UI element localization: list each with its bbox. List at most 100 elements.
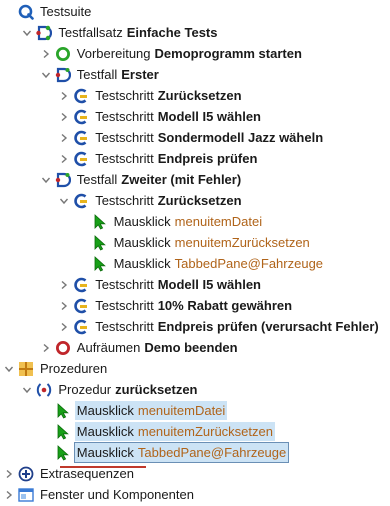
tree-node-testfallsatz-einfache-tests[interactable]: Testfallsatz Einfache Tests bbox=[22, 22, 219, 43]
node-label[interactable]: Testschritt Modell I5 wählen bbox=[93, 275, 263, 294]
node-type: Prozeduren bbox=[40, 361, 108, 376]
teststep-icon bbox=[73, 88, 89, 104]
tree-node-mausklick-menuitemzur-cksetzen[interactable]: Mausklick menuitemZurücksetzen bbox=[41, 421, 275, 442]
tree-node-testsuite[interactable]: Testsuite bbox=[4, 1, 97, 22]
chevron-right-icon[interactable] bbox=[4, 490, 14, 500]
node-type: Testfallsatz bbox=[58, 25, 123, 40]
node-target: menuitemZurücksetzen bbox=[174, 235, 310, 250]
node-label[interactable]: Aufräumen Demo beenden bbox=[75, 338, 240, 357]
chevron-down-icon[interactable] bbox=[41, 175, 51, 185]
node-label[interactable]: Testschritt Endpreis prüfen bbox=[93, 149, 259, 168]
node-label[interactable]: Testsuite bbox=[38, 2, 97, 21]
tree-node-mausklick-menuitemzur-cksetzen[interactable]: Mausklick menuitemZurücksetzen bbox=[78, 232, 312, 253]
node-label[interactable]: Fenster und Komponenten bbox=[38, 485, 200, 504]
chevron-down-icon[interactable] bbox=[4, 364, 14, 374]
tree-node-testfall-zweiter-mit-fehler[interactable]: Testfall Zweiter (mit Fehler) bbox=[41, 169, 243, 190]
node-target: menuitemZurücksetzen bbox=[137, 424, 273, 439]
node-name: Zurücksetzen bbox=[157, 193, 242, 208]
tree-node-testschritt-zur-cksetzen[interactable]: Testschritt Zurücksetzen bbox=[59, 85, 243, 106]
node-name: Modell I5 wählen bbox=[157, 109, 261, 124]
node-label[interactable]: Mausklick menuitemZurücksetzen bbox=[74, 422, 275, 441]
node-label[interactable]: Testschritt Zurücksetzen bbox=[93, 191, 243, 210]
node-name: 10% Rabatt gewähren bbox=[157, 298, 293, 313]
cleanup-icon bbox=[55, 340, 71, 356]
node-label[interactable]: Mausklick TabbedPane@Fahrzeuge bbox=[112, 254, 325, 273]
tree-node-fenster-und-komponenten[interactable]: Fenster und Komponenten bbox=[4, 484, 200, 505]
tree-node-mausklick-tabbedpane-fahrzeuge[interactable]: Mausklick TabbedPane@Fahrzeuge bbox=[41, 442, 290, 463]
chevron-down-icon[interactable] bbox=[41, 70, 51, 80]
chevron-right-icon[interactable] bbox=[59, 280, 69, 290]
node-label[interactable]: Testfall Erster bbox=[75, 65, 161, 84]
chevron-right-icon[interactable] bbox=[59, 301, 69, 311]
tree-node-testschritt-endpreis-pr-fen[interactable]: Testschritt Endpreis prüfen bbox=[59, 148, 259, 169]
tree-node-testschritt-modell-i5-w-hlen[interactable]: Testschritt Modell I5 wählen bbox=[59, 274, 263, 295]
error-underline bbox=[60, 466, 146, 468]
node-type: Mausklick bbox=[113, 214, 171, 229]
node-name: Demoprogramm starten bbox=[154, 46, 302, 61]
node-label[interactable]: Testschritt Endpreis prüfen (verursacht F… bbox=[93, 317, 381, 336]
node-label[interactable]: Testschritt Zurücksetzen bbox=[93, 86, 243, 105]
node-label[interactable]: Mausklick menuitemZurücksetzen bbox=[112, 233, 312, 252]
node-name: Demo beenden bbox=[144, 340, 238, 355]
teststep-icon bbox=[73, 319, 89, 335]
node-label[interactable]: Mausklick TabbedPane@Fahrzeuge bbox=[73, 442, 290, 463]
chevron-right-icon[interactable] bbox=[59, 112, 69, 122]
tree-node-mausklick-tabbedpane-fahrzeuge[interactable]: Mausklick TabbedPane@Fahrzeuge bbox=[78, 253, 325, 274]
node-target: TabbedPane@Fahrzeuge bbox=[137, 445, 287, 460]
windows-icon bbox=[18, 487, 34, 503]
chevron-right-icon[interactable] bbox=[41, 343, 51, 353]
teststep-icon bbox=[73, 298, 89, 314]
node-type: Testschritt bbox=[95, 109, 154, 124]
tree-node-aufr-umen-demo-beenden[interactable]: Aufräumen Demo beenden bbox=[41, 337, 240, 358]
teststep-icon bbox=[73, 151, 89, 167]
chevron-down-icon[interactable] bbox=[59, 196, 69, 206]
node-name: Sondermodell Jazz wäheln bbox=[157, 130, 324, 145]
tree-node-mausklick-menuitemdatei[interactable]: Mausklick menuitemDatei bbox=[78, 211, 265, 232]
tree-node-vorbereitung-demoprogramm-starten[interactable]: Vorbereitung Demoprogramm starten bbox=[41, 43, 304, 64]
node-label[interactable]: Testschritt 10% Rabatt gewähren bbox=[93, 296, 294, 315]
node-name: zurücksetzen bbox=[115, 382, 198, 397]
node-label[interactable]: Prozeduren bbox=[38, 359, 113, 378]
node-label[interactable]: Testfall Zweiter (mit Fehler) bbox=[75, 170, 243, 189]
chevron-down-icon[interactable] bbox=[22, 28, 32, 38]
node-label[interactable]: Prozedur zurücksetzen bbox=[56, 380, 199, 399]
node-name: Endpreis prüfen bbox=[157, 151, 258, 166]
node-label[interactable]: Mausklick menuitemDatei bbox=[74, 401, 228, 420]
node-type: Aufräumen bbox=[76, 340, 141, 355]
testcase-icon bbox=[55, 172, 71, 188]
chevron-right-icon[interactable] bbox=[59, 322, 69, 332]
chevron-down-icon[interactable] bbox=[22, 385, 32, 395]
node-type: Testschritt bbox=[95, 130, 154, 145]
node-type: Mausklick bbox=[76, 445, 134, 460]
node-target: menuitemDatei bbox=[174, 214, 263, 229]
node-name: Endpreis prüfen (verursacht Fehler) bbox=[157, 319, 379, 334]
tree-node-prozeduren[interactable]: Prozeduren bbox=[4, 358, 113, 379]
tree-node-testfall-erster[interactable]: Testfall Erster bbox=[41, 64, 161, 85]
node-type: Extrasequenzen bbox=[40, 466, 134, 481]
node-label[interactable]: Testschritt Modell I5 wählen bbox=[93, 107, 263, 126]
node-label[interactable]: Vorbereitung Demoprogramm starten bbox=[75, 44, 304, 63]
tree-node-testschritt-modell-i5-w-hlen[interactable]: Testschritt Modell I5 wählen bbox=[59, 106, 263, 127]
tree-node-testschritt-10-rabatt-gew-hren[interactable]: Testschritt 10% Rabatt gewähren bbox=[59, 295, 294, 316]
node-type: Prozedur bbox=[58, 382, 112, 397]
chevron-right-icon[interactable] bbox=[59, 91, 69, 101]
node-label[interactable]: Testfallsatz Einfache Tests bbox=[56, 23, 219, 42]
tree-node-testschritt-endpreis-pr-fen-verursacht-fehler[interactable]: Testschritt Endpreis prüfen (verursacht F… bbox=[59, 316, 381, 337]
tree-node-testschritt-zur-cksetzen[interactable]: Testschritt Zurücksetzen bbox=[59, 190, 243, 211]
chevron-right-icon[interactable] bbox=[4, 469, 14, 479]
node-label[interactable]: Mausklick menuitemDatei bbox=[112, 212, 265, 231]
node-type: Testschritt bbox=[95, 88, 154, 103]
node-type: Mausklick bbox=[76, 403, 134, 418]
chevron-right-icon[interactable] bbox=[59, 154, 69, 164]
node-label[interactable]: Testschritt Sondermodell Jazz wäheln bbox=[93, 128, 325, 147]
procedures-icon bbox=[18, 361, 34, 377]
chevron-right-icon[interactable] bbox=[59, 133, 69, 143]
tree-node-prozedur-zur-cksetzen[interactable]: Prozedur zurücksetzen bbox=[22, 379, 199, 400]
node-target: TabbedPane@Fahrzeuge bbox=[174, 256, 324, 271]
mouse-click-icon bbox=[92, 213, 108, 230]
chevron-right-icon[interactable] bbox=[41, 49, 51, 59]
node-type: Testschritt bbox=[95, 193, 154, 208]
tree-node-testschritt-sondermodell-jazz-w-heln[interactable]: Testschritt Sondermodell Jazz wäheln bbox=[59, 127, 325, 148]
tree-node-mausklick-menuitemdatei[interactable]: Mausklick menuitemDatei bbox=[41, 400, 228, 421]
setup-icon bbox=[55, 46, 71, 62]
